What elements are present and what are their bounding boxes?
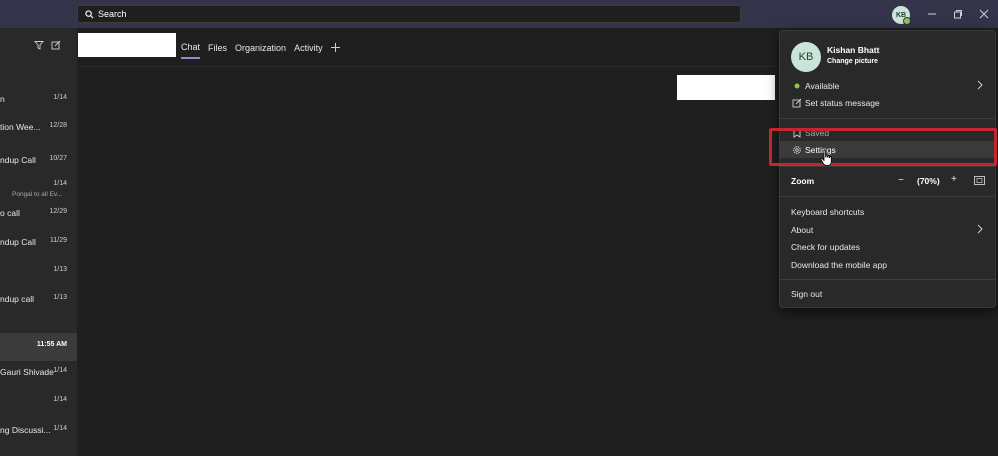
tab-chat[interactable]: Chat [181,42,201,59]
chat-date: 1/14 [53,425,67,432]
chat-list-item[interactable]: 1/14 [0,391,77,411]
chat-date: 1/14 [53,396,67,403]
chat-tabs: Chat Files Organization Activity [181,42,340,59]
minimize-button[interactable] [925,7,939,21]
minimize-icon [928,13,936,15]
menu-divider [780,118,995,119]
chat-name: ng Discussi... [0,425,51,435]
chat-list-item[interactable]: ndup Call 11/29 [0,232,77,252]
chat-name: o call [0,208,20,218]
avatar-initials: KB [798,51,814,63]
chat-name: Gauri Shivade [0,367,54,377]
set-status-label: Set status message [805,98,880,108]
chat-date: 11:55 AM [36,341,67,348]
filter-icon[interactable] [34,40,44,52]
set-status-message-item[interactable]: Set status message [780,94,995,111]
hand-pointer-cursor-icon [820,149,834,169]
chat-preview: Pongal to all Ev... [12,191,63,198]
bookmark-icon [791,127,802,138]
chat-date: 1/13 [53,294,67,301]
sign-out-label: Sign out [791,289,823,299]
chat-list-item[interactable]: ng Discussi... 1/14 [0,420,77,440]
redacted-chat-title [78,33,176,57]
chat-date: 1/14 [53,180,67,187]
zoom-out-button[interactable]: − [898,175,904,186]
search-input[interactable] [96,9,700,19]
chat-date: 1/14 [53,94,67,101]
menu-divider [780,166,995,167]
chat-list-item-active[interactable]: 11:55 AM [0,333,77,361]
plus-icon [330,42,340,52]
tab-activity[interactable]: Activity [294,43,323,58]
fit-screen-icon[interactable] [974,176,985,187]
chat-list-item[interactable]: 1/14 Pongal to all Ev... [0,175,77,203]
settings-item[interactable]: Settings [780,141,995,158]
chat-date: 1/13 [53,266,67,273]
check-updates-item[interactable]: Check for updates [780,238,995,255]
saved-label: Saved [805,128,830,138]
chevron-right-icon [976,224,984,236]
chat-date: 11/29 [50,237,67,244]
chat-list-item[interactable]: ndup Call 10/27 [0,150,77,170]
chat-list-item[interactable]: Gauri Shivade 1/14 [0,362,77,382]
chat-date: 1/14 [53,367,67,374]
change-picture-link[interactable]: Change picture [827,58,878,65]
status-label: Available [805,81,840,91]
download-mobile-app-item[interactable]: Download the mobile app [780,256,995,273]
title-bar: KB [0,0,998,28]
zoom-label: Zoom [791,176,815,186]
profile-avatar-button[interactable]: KB [892,6,911,25]
search-icon [82,9,96,19]
chat-list-item[interactable]: n 1/14 [0,89,77,109]
keyboard-shortcuts-label: Keyboard shortcuts [791,207,865,217]
chat-list-panel: n 1/14 tion Wee... 12/28 ndup Call 10/27… [0,28,78,456]
restore-icon [954,10,962,19]
new-chat-icon[interactable] [51,40,61,52]
edit-status-icon [791,97,802,108]
redacted-message-block [677,75,775,100]
chat-name: ndup Call [0,237,36,247]
chat-list-item[interactable]: o call 12/29 [0,203,77,223]
chat-list-item[interactable]: tion Wee... 12/28 [0,117,77,137]
zoom-row: Zoom − (70%) + [780,172,995,190]
about-item[interactable]: About [780,221,995,238]
available-dot-icon [791,80,802,91]
status-available-item[interactable]: Available [780,77,995,94]
download-mobile-label: Download the mobile app [791,260,887,270]
menu-divider [780,196,995,197]
chat-date: 10/27 [49,155,67,162]
add-tab-button[interactable] [330,42,340,59]
tab-files[interactable]: Files [208,43,227,58]
about-label: About [791,225,814,235]
chat-list-item[interactable]: 1/13 [0,261,77,281]
menu-divider [780,279,995,280]
close-icon [979,9,989,19]
zoom-in-button[interactable]: + [951,174,957,185]
restore-button[interactable] [951,7,965,21]
check-updates-label: Check for updates [791,242,860,252]
search-box[interactable] [77,5,741,23]
chevron-right-icon [976,80,984,92]
chat-date: 12/28 [49,122,67,129]
menu-avatar[interactable]: KB [791,42,821,72]
close-button[interactable] [977,7,991,21]
tab-organization[interactable]: Organization [235,43,286,58]
chat-name: ndup Call [0,155,36,165]
chat-name: ndup call [0,294,35,304]
sign-out-item[interactable]: Sign out [780,285,995,302]
keyboard-shortcuts-item[interactable]: Keyboard shortcuts [780,203,995,220]
chat-date: 12/29 [49,208,67,215]
presence-available-icon [903,17,911,25]
user-name: Kishan Bhatt [827,45,880,55]
chat-name: n [0,94,5,104]
profile-menu: KB Kishan Bhatt Change picture Available… [779,30,996,308]
chat-list-item[interactable]: ndup call 1/13 [0,289,77,309]
zoom-value: (70%) [917,176,940,186]
saved-item[interactable]: Saved [780,124,995,141]
gear-icon [791,144,802,155]
chat-name: tion Wee... [0,122,41,132]
